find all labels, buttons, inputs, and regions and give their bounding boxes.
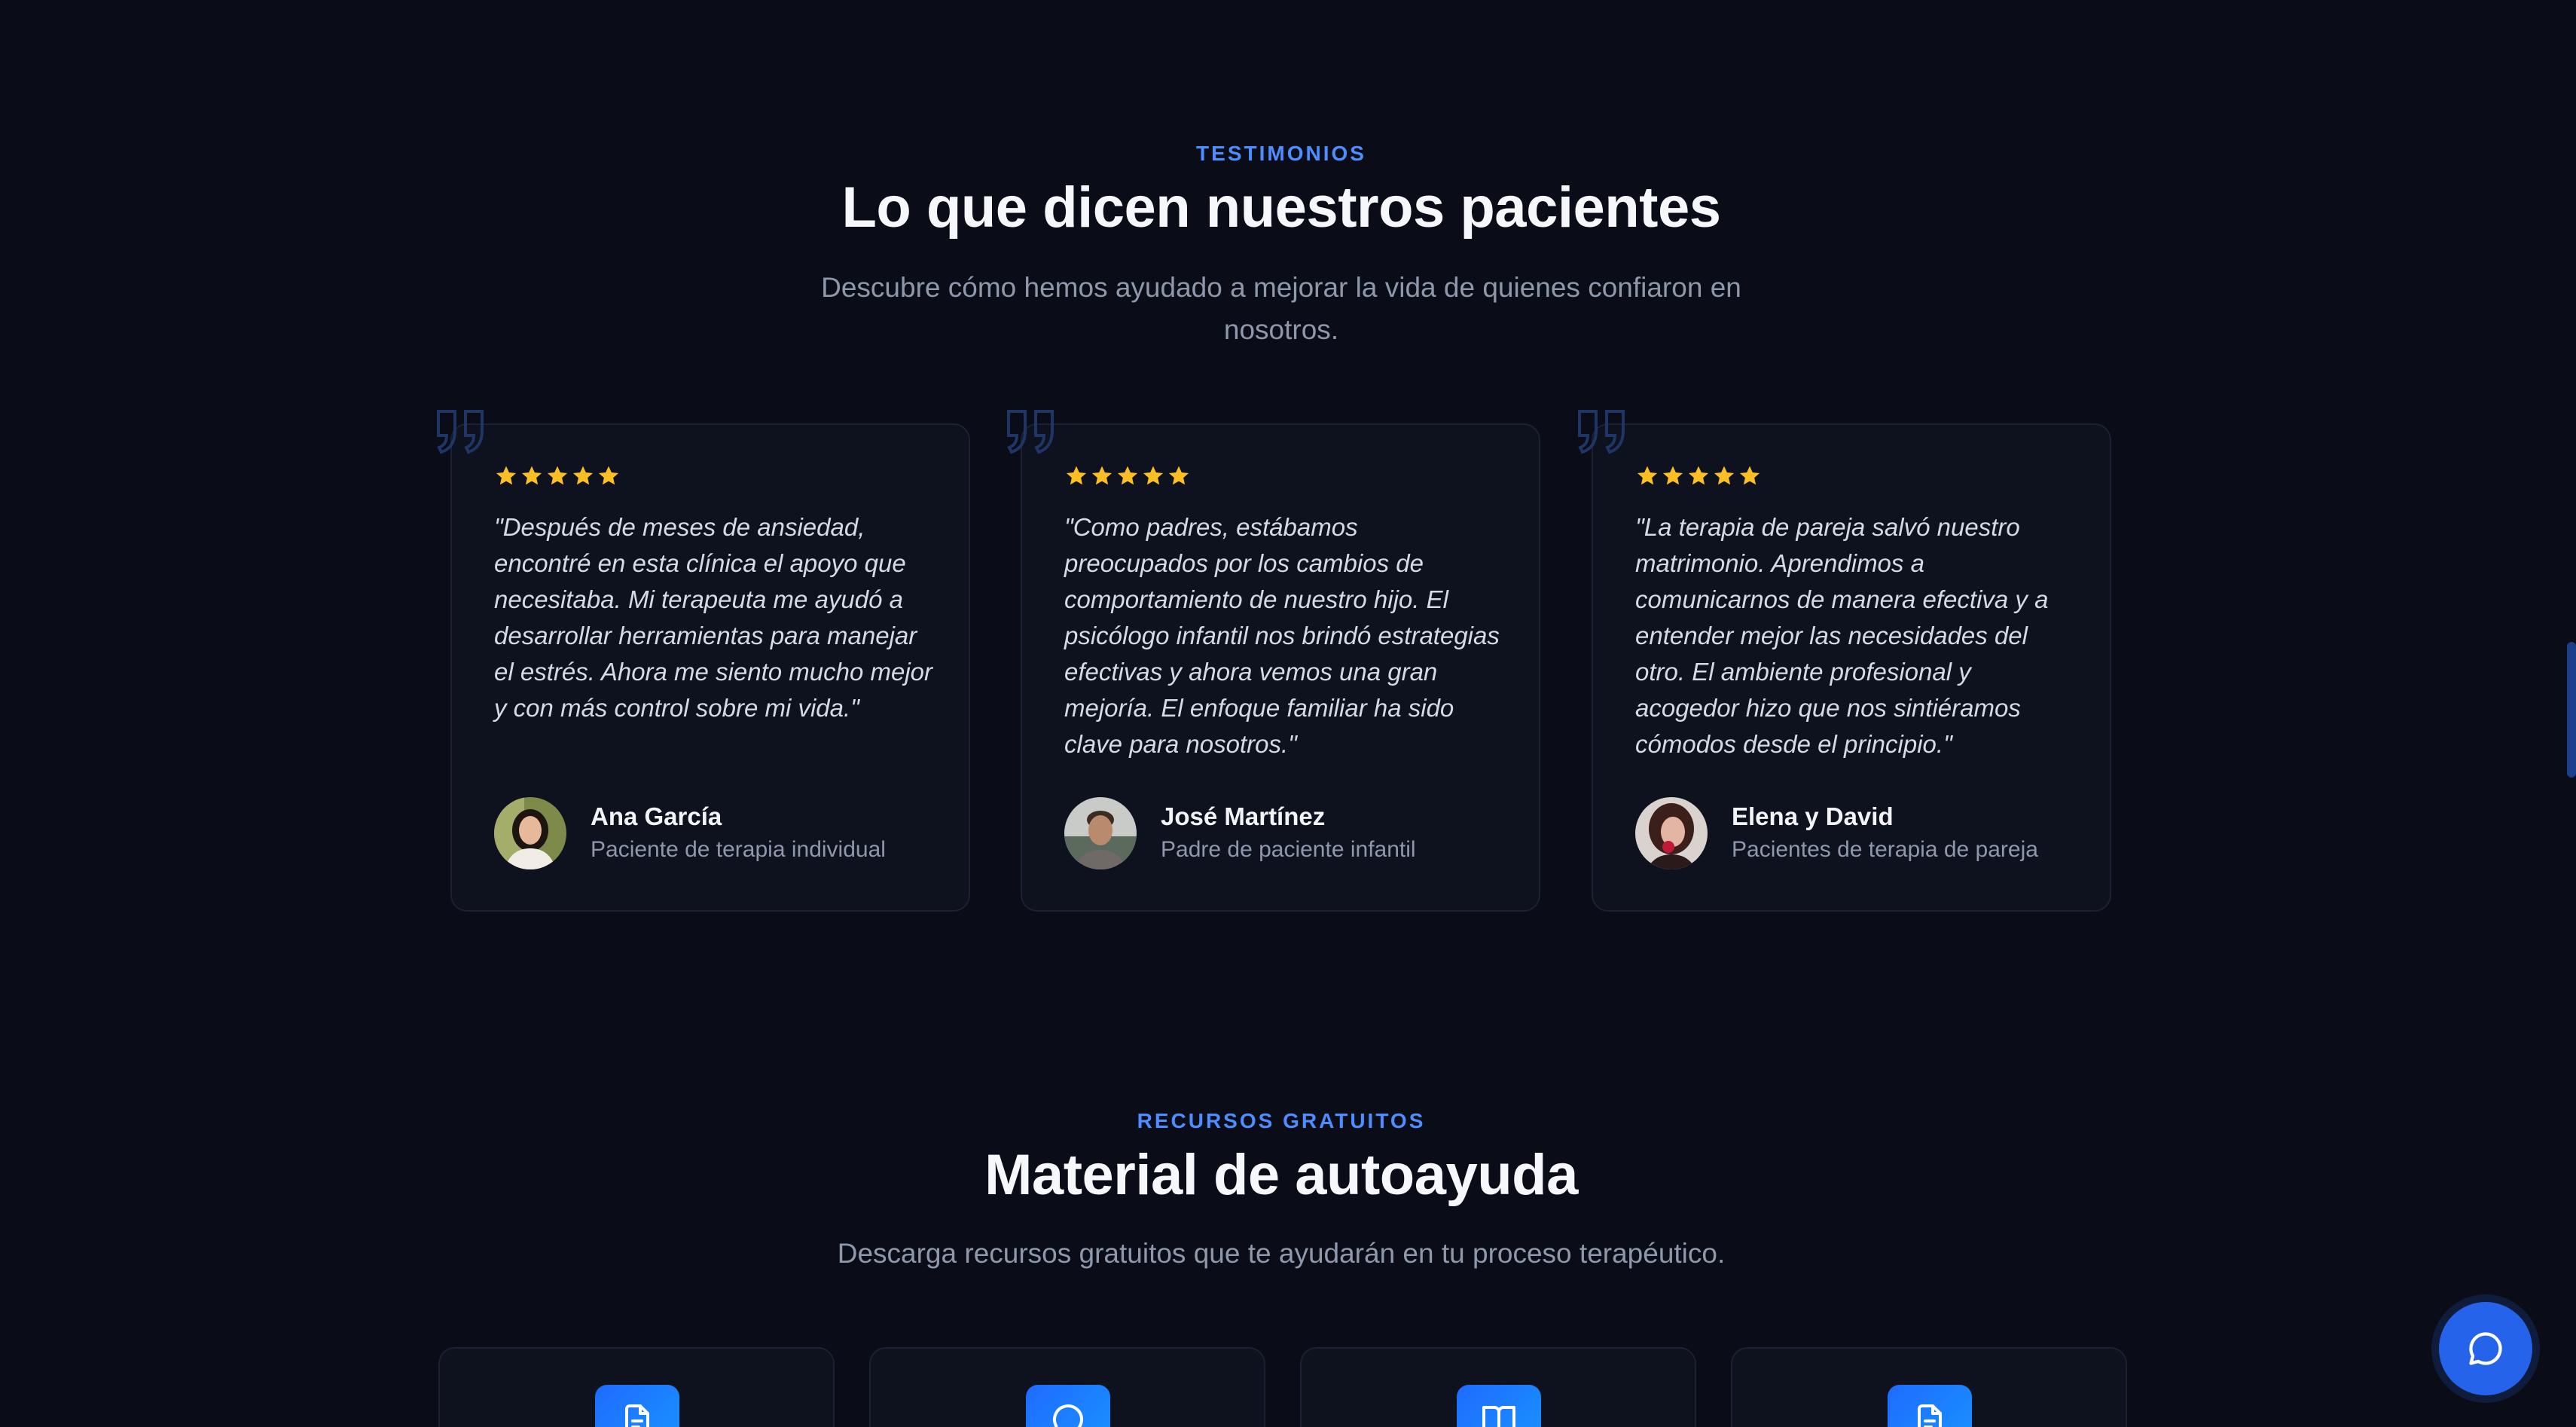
chat-bubble-icon: [1026, 1385, 1110, 1427]
star-icon: [1714, 466, 1735, 485]
avatar: [1064, 797, 1137, 869]
testimonial-quote: "Después de meses de ansiedad, encontré …: [494, 513, 933, 722]
star-icon: [1662, 466, 1683, 485]
testimonials-subtitle: Descubre cómo hemos ayudado a mejorar la…: [821, 272, 1741, 345]
star-icon: [496, 466, 517, 485]
star-rating: [1064, 464, 1191, 488]
avatar: [494, 797, 566, 869]
star-icon: [1637, 466, 1658, 485]
star-icon: [1091, 466, 1113, 485]
resources-subtitle: Descarga recursos gratuitos que te ayuda…: [837, 1238, 1726, 1269]
star-icon: [1739, 466, 1760, 485]
author-name: Elena y David: [1732, 802, 1894, 830]
author-role: Paciente de terapia individual: [591, 837, 886, 862]
quote-icon: [1007, 410, 1054, 454]
document-icon: [1888, 1385, 1972, 1427]
page: TESTIMONIOS Lo que dicen nuestros pacien…: [0, 0, 2576, 1427]
resource-card[interactable]: [869, 1347, 1265, 1427]
book-icon: [1457, 1385, 1541, 1427]
star-icon: [547, 466, 568, 485]
testimonial-card: "Como padres, estábamos preocupados por …: [1007, 410, 1540, 912]
star-icon: [1688, 466, 1709, 485]
chat-bubble-icon: [2469, 1332, 2502, 1365]
star-icon: [1066, 466, 1087, 485]
author-role: Padre de paciente infantil: [1161, 837, 1416, 862]
star-rating: [494, 464, 621, 488]
author-name: José Martínez: [1161, 802, 1326, 830]
star-icon: [521, 466, 542, 485]
star-icon: [598, 466, 619, 485]
testimonial-author: Elena y David Pacientes de terapia de pa…: [1635, 797, 2038, 869]
testimonial-quote: "La terapia de pareja salvó nuestro matr…: [1635, 513, 2049, 758]
chat-button[interactable]: [2439, 1302, 2532, 1395]
resource-card[interactable]: [1300, 1347, 1696, 1427]
testimonials-title: Lo que dicen nuestros pacientes: [841, 176, 1722, 240]
testimonial-author: Ana García Paciente de terapia individua…: [494, 797, 886, 869]
testimonial-card: "La terapia de pareja salvó nuestro matr…: [1578, 410, 2111, 912]
quote-icon: [1578, 410, 1625, 454]
star-icon: [572, 466, 594, 485]
star-icon: [1117, 466, 1138, 485]
avatar: [1635, 797, 1708, 869]
testimonial-quote: "Como padres, estábamos preocupados por …: [1064, 513, 1500, 758]
testimonial-card: "Después de meses de ansiedad, encontré …: [437, 410, 970, 912]
author-name: Ana García: [591, 802, 722, 830]
resource-card[interactable]: [438, 1347, 835, 1427]
star-icon: [1143, 466, 1164, 485]
star-rating: [1635, 464, 1762, 488]
resources-eyebrow: RECURSOS GRATUITOS: [1137, 1109, 1426, 1132]
quote-icon: [437, 410, 484, 454]
author-role: Pacientes de terapia de pareja: [1732, 837, 2038, 862]
resources-title: Material de autoayuda: [984, 1143, 1578, 1207]
testimonials-eyebrow: TESTIMONIOS: [1196, 142, 1366, 165]
star-icon: [1168, 466, 1189, 485]
document-icon: [595, 1385, 679, 1427]
resource-card[interactable]: [1731, 1347, 2127, 1427]
testimonial-author: José Martínez Padre de paciente infantil: [1064, 797, 1416, 869]
scrollbar-thumb[interactable]: [2567, 642, 2576, 778]
